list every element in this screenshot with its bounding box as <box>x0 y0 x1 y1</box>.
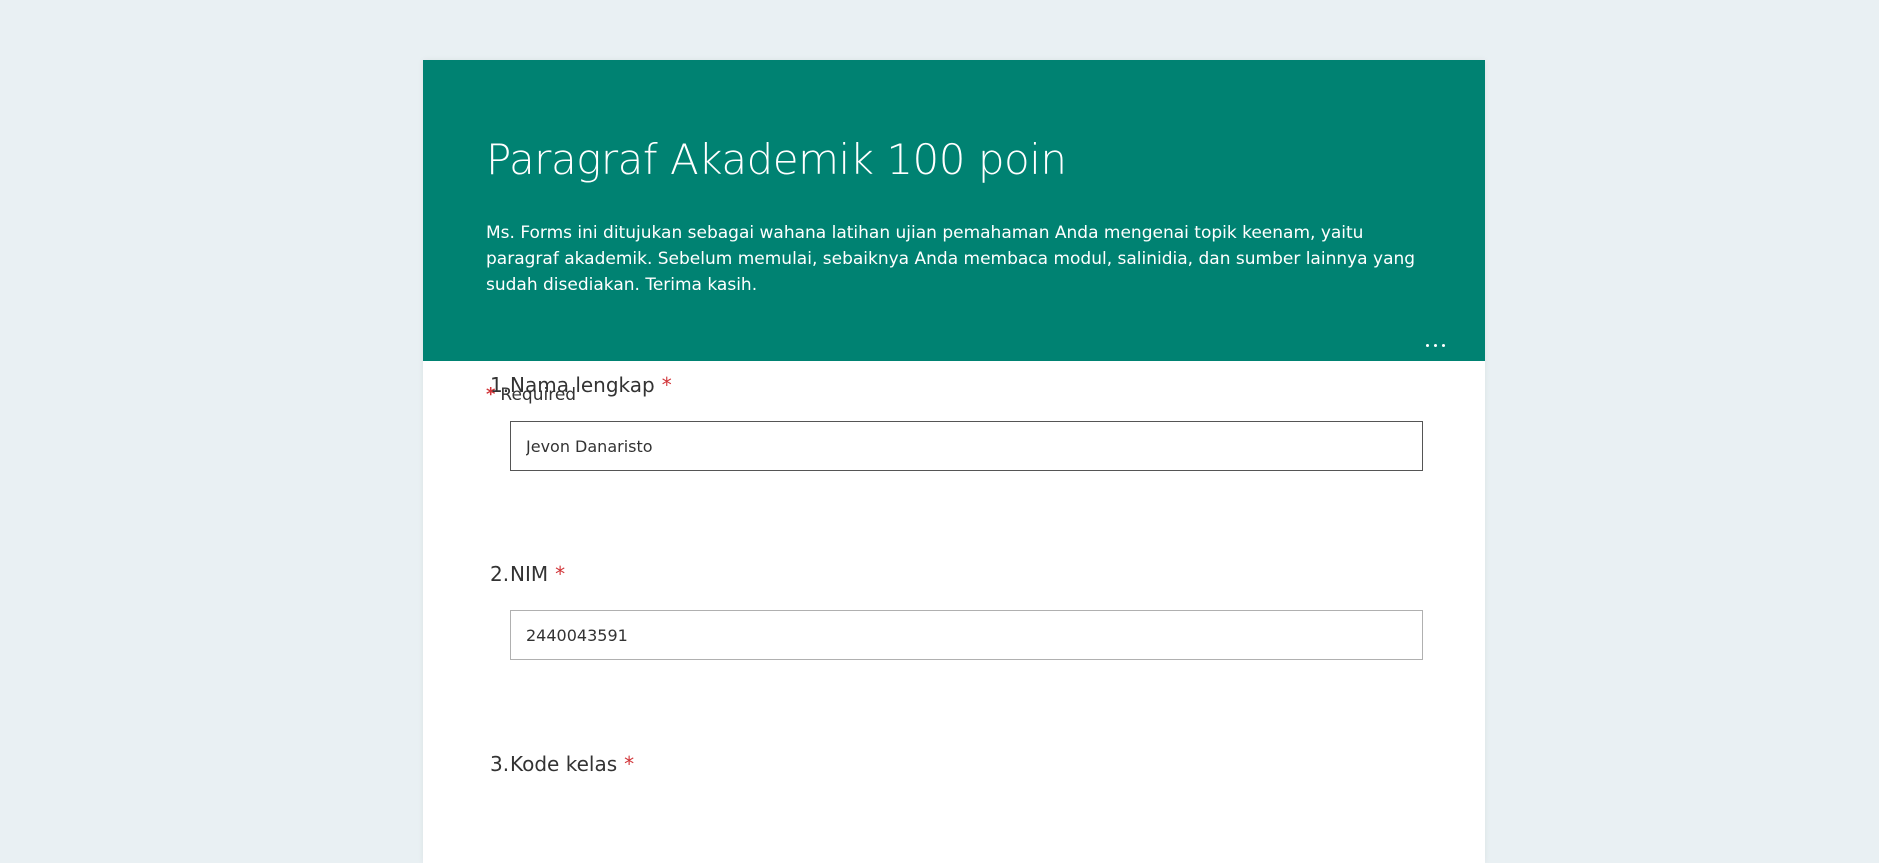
required-star: * <box>624 752 635 776</box>
question-number: 2. <box>490 562 510 586</box>
question-label: Kode kelas * <box>510 752 634 776</box>
question-title: 1. Nama lengkap * <box>490 373 1450 403</box>
form-header: Paragraf Akademik 100 poin Ms. Forms ini… <box>423 60 1485 361</box>
question-label-text: Kode kelas <box>510 752 618 776</box>
question-class-code: 3. Kode kelas * <box>490 752 1450 782</box>
form-card: Paragraf Akademik 100 poin Ms. Forms ini… <box>423 60 1485 863</box>
question-full-name: 1. Nama lengkap * <box>490 373 1450 471</box>
question-label: NIM * <box>510 562 565 586</box>
more-options-icon <box>1441 343 1445 347</box>
more-options-icon <box>1433 343 1437 347</box>
question-number: 1. <box>490 373 510 397</box>
more-options-icon <box>1425 343 1429 347</box>
full-name-input[interactable] <box>510 421 1423 471</box>
question-label-text: Nama lengkap <box>510 373 655 397</box>
question-student-id: 2. NIM * <box>490 562 1450 660</box>
question-number: 3. <box>490 752 510 776</box>
question-label-text: NIM <box>510 562 549 586</box>
form-description: Ms. Forms ini ditujukan sebagai wahana l… <box>486 223 1416 295</box>
required-star: * <box>555 562 566 586</box>
more-options-button[interactable] <box>1419 336 1451 354</box>
question-title: 3. Kode kelas * <box>490 752 1450 782</box>
question-label: Nama lengkap * <box>510 373 672 397</box>
required-star: * <box>661 373 672 397</box>
form-title: Paragraf Akademik 100 poin <box>486 135 1067 184</box>
question-title: 2. NIM * <box>490 562 1450 592</box>
student-id-input[interactable] <box>510 610 1423 660</box>
